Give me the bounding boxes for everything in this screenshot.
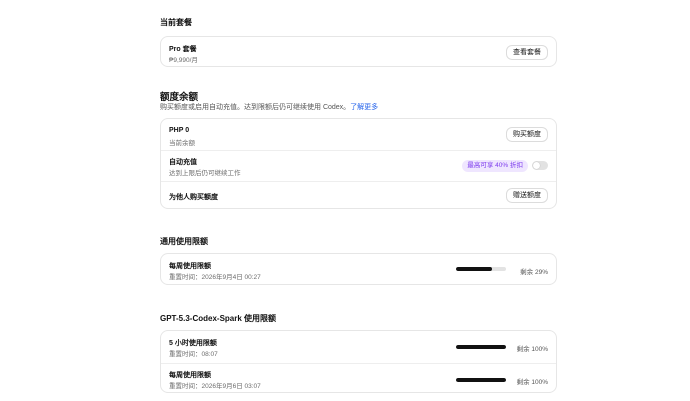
credits-description-text: 购买额度或启用自动充值。达到限额后仍可继续使用 Codex。: [160, 104, 351, 111]
view-plan-button[interactable]: 查看套餐: [506, 45, 548, 60]
spark-weekly-progress-fill: [456, 378, 506, 382]
balance-label: 当前余额: [169, 140, 195, 147]
credits-description: 购买额度或启用自动充值。达到限额后仍可继续使用 Codex。了解更多: [160, 102, 378, 112]
general-weekly-remaining: 剩余 29%: [520, 269, 548, 276]
spark-five-hour-reset: 重置时间：08:07: [169, 351, 218, 358]
general-weekly-progress-fill: [456, 267, 492, 271]
gift-row: 为他人购买额度 赠送额度: [161, 181, 556, 210]
current-plan-heading: 当前套餐: [160, 18, 192, 27]
auto-topup-sub: 达到上限后仍可继续工作: [169, 170, 241, 177]
general-weekly-title: 每周使用限额: [169, 263, 211, 270]
general-weekly-reset: 重置时间：2026年9月4日 00:27: [169, 274, 261, 281]
credits-heading: 额度余额: [160, 92, 199, 103]
spark-weekly-remaining: 剩余 100%: [516, 379, 548, 386]
gift-title: 为他人购买额度: [169, 194, 218, 201]
plan-name: Pro 套餐: [169, 46, 197, 53]
balance-row: PHP 0 当前余额 购买额度: [161, 119, 556, 150]
plan-price: ₱9,990/月: [169, 57, 198, 64]
learn-more-link[interactable]: 了解更多: [350, 104, 378, 111]
gift-credits-button[interactable]: 赠送额度: [506, 188, 548, 203]
buy-credits-button[interactable]: 购买额度: [506, 127, 548, 142]
spark-five-hour-progress-bar: [456, 345, 506, 349]
spark-five-hour-progress-fill: [456, 345, 506, 349]
spark-weekly-row: 每周使用限额 重置时间：2026年9月6日 03:07 剩余 100%: [161, 363, 556, 394]
spark-limits-heading: GPT-5.3-Codex-Spark 使用限额: [160, 314, 277, 323]
current-plan-card: Pro 套餐 ₱9,990/月 查看套餐: [160, 36, 557, 67]
general-limits-heading: 通用使用限额: [160, 237, 208, 246]
general-limits-card: 每周使用限额 重置时间：2026年9月4日 00:27 剩余 29%: [160, 253, 557, 285]
spark-weekly-reset: 重置时间：2026年9月6日 03:07: [169, 383, 261, 390]
spark-five-hour-title: 5 小时使用限额: [169, 340, 217, 347]
spark-five-hour-row: 5 小时使用限额 重置时间：08:07 剩余 100%: [161, 331, 556, 363]
spark-limits-card: 5 小时使用限额 重置时间：08:07 剩余 100% 每周使用限额 重置时间：…: [160, 330, 557, 393]
spark-weekly-progress-bar: [456, 378, 506, 382]
credits-card: PHP 0 当前余额 购买额度 自动充值 达到上限后仍可继续工作 最高可享 40…: [160, 118, 557, 209]
balance-amount: PHP 0: [169, 127, 190, 134]
discount-badge: 最高可享 40% 折扣: [462, 160, 528, 172]
toggle-knob: [533, 162, 540, 169]
auto-topup-toggle[interactable]: [532, 161, 548, 170]
spark-weekly-title: 每周使用限额: [169, 372, 211, 379]
auto-topup-row: 自动充值 达到上限后仍可继续工作 最高可享 40% 折扣: [161, 150, 556, 181]
spark-five-hour-remaining: 剩余 100%: [516, 346, 548, 353]
general-weekly-progress-bar: [456, 267, 506, 271]
auto-topup-title: 自动充值: [169, 159, 197, 166]
